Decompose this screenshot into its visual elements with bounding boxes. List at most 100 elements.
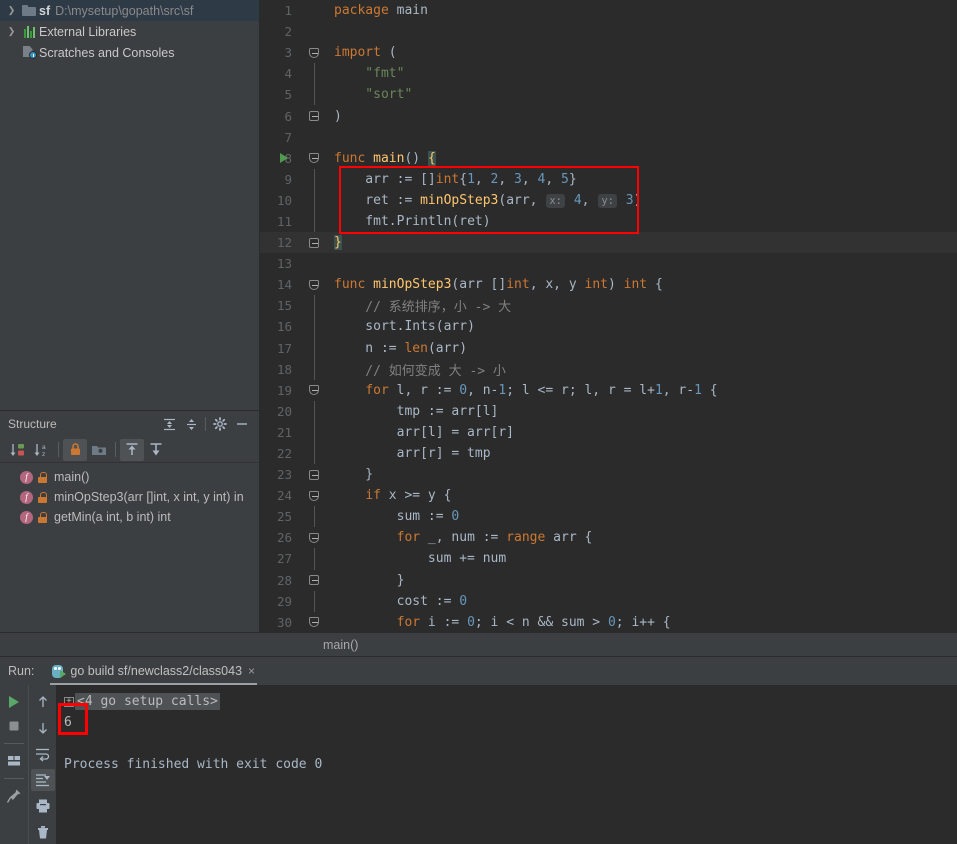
show-inherited-up-icon[interactable] [120, 438, 144, 461]
gutter[interactable] [300, 527, 326, 548]
gutter[interactable] [300, 127, 326, 148]
hide-panel-icon[interactable] [231, 413, 253, 435]
code-line-7[interactable]: 7 [260, 127, 957, 148]
gutter[interactable] [300, 84, 326, 106]
code-line-21[interactable]: 21 arr[l] = arr[r] [260, 421, 957, 443]
scroll-to-end-button[interactable] [30, 769, 55, 791]
gutter[interactable] [300, 168, 326, 190]
gutter[interactable] [300, 612, 326, 632]
gutter[interactable] [300, 464, 326, 485]
code-line-22[interactable]: 22 arr[r] = tmp [260, 442, 957, 465]
gutter[interactable] [300, 400, 326, 422]
code-line-3[interactable]: 3 import ( [260, 42, 957, 63]
gutter[interactable] [300, 590, 326, 612]
fold-end-icon[interactable] [309, 469, 319, 480]
code-line-10[interactable]: 10 ret := minOpStep3(arr, x: 4, y: 3) [260, 189, 957, 211]
project-tree-item-scratches[interactable]: Scratches and Consoles [0, 42, 259, 63]
rerun-button[interactable] [2, 691, 26, 713]
code-line-28[interactable]: 28 } [260, 570, 957, 591]
sort-alphabetically-icon[interactable]: a z [30, 439, 54, 461]
close-icon[interactable]: × [248, 664, 255, 678]
gutter[interactable] [300, 506, 326, 528]
gutter[interactable] [300, 316, 326, 338]
code-line-13[interactable]: 13 [260, 253, 957, 274]
code-line-11[interactable]: 11 fmt.Println(ret) [260, 210, 957, 233]
fold-toggle-icon[interactable] [309, 617, 319, 628]
chevron-right-icon[interactable]: ❯ [4, 27, 19, 36]
gutter[interactable] [300, 0, 326, 21]
expand-fold-icon[interactable]: + [64, 696, 74, 707]
code-editor[interactable]: 1 package main 2 3 import (4 "fmt" 5 "sort" 6)… [260, 0, 957, 632]
code-line-6[interactable]: 6) [260, 105, 957, 126]
gutter[interactable] [300, 274, 326, 295]
gutter[interactable] [300, 42, 326, 63]
code-line-15[interactable]: 15 // 系统排序，小 -> 大 [260, 295, 957, 317]
sort-by-visibility-icon[interactable] [6, 439, 30, 461]
structure-item-minopstep3[interactable]: f minOpStep3(arr []int, x int, y int) in [0, 487, 259, 507]
gutter[interactable] [300, 105, 326, 126]
code-line-12[interactable]: 12} [260, 232, 957, 254]
code-line-29[interactable]: 29 cost := 0 [260, 590, 957, 612]
stop-button[interactable] [2, 715, 26, 737]
project-tree-item-sf[interactable]: ❯ sf D:\mysetup\gopath\src\sf [0, 0, 259, 21]
gutter[interactable] [300, 380, 326, 401]
soft-wrap-button[interactable] [31, 743, 55, 765]
code-line-19[interactable]: 19 for l, r := 0, n-1; l <= r; l, r = l+… [260, 380, 957, 401]
gutter[interactable] [300, 232, 326, 253]
console-line-setup-calls[interactable]: + <4 go setup calls> [64, 691, 957, 712]
gutter[interactable] [300, 421, 326, 443]
code-line-4[interactable]: 4 "fmt" [260, 63, 957, 85]
code-line-16[interactable]: 16 sort.Ints(arr) [260, 316, 957, 338]
gutter[interactable] [300, 442, 326, 465]
gutter[interactable] [300, 337, 326, 359]
fold-toggle-icon[interactable] [309, 532, 319, 543]
gutter[interactable] [300, 358, 326, 380]
clear-all-trash-button[interactable] [31, 821, 55, 843]
structure-item-getmin[interactable]: f getMin(a int, b int) int [0, 507, 259, 527]
fold-toggle-icon[interactable] [309, 47, 319, 58]
gutter[interactable] [300, 548, 326, 570]
gutter[interactable] [300, 63, 326, 85]
code-line-8[interactable]: 8 func main() { [260, 148, 957, 169]
code-line-14[interactable]: 14 func minOpStep3(arr []int, x, y int) i… [260, 274, 957, 295]
gutter[interactable] [300, 210, 326, 233]
collapse-all-icon[interactable] [180, 413, 202, 435]
code-line-30[interactable]: 30 for i := 0; i < n && sum > 0; i++ { [260, 612, 957, 632]
code-line-9[interactable]: 9 arr := []int{1, 2, 3, 4, 5} [260, 168, 957, 190]
show-anonymous-down-icon[interactable] [144, 439, 168, 461]
code-line-26[interactable]: 26 for _, num := range arr { [260, 527, 957, 548]
gutter[interactable] [300, 253, 326, 274]
fold-toggle-icon[interactable] [309, 490, 319, 501]
fold-end-icon[interactable] [309, 237, 319, 248]
expand-all-icon[interactable] [158, 413, 180, 435]
pin-tab-button[interactable] [2, 785, 26, 807]
gutter[interactable] [280, 148, 326, 169]
code-line-24[interactable]: 24 if x >= y { [260, 485, 957, 506]
chevron-right-icon[interactable]: ❯ [4, 6, 19, 15]
gutter[interactable] [300, 295, 326, 317]
run-gutter-icon[interactable] [280, 152, 288, 163]
group-by-folder-icon[interactable] [87, 439, 111, 461]
fold-toggle-icon[interactable] [309, 279, 319, 290]
code-line-25[interactable]: 25 sum := 0 [260, 506, 957, 528]
gutter[interactable] [300, 570, 326, 591]
fold-toggle-icon[interactable] [309, 385, 319, 396]
code-line-17[interactable]: 17 n := len(arr) [260, 337, 957, 359]
code-line-18[interactable]: 18 // 如何变成 大 -> 小 [260, 358, 957, 380]
code-line-1[interactable]: 1 package main [260, 0, 957, 21]
breadcrumb-main[interactable]: main() [260, 638, 358, 652]
fold-end-icon[interactable] [309, 575, 319, 586]
gutter[interactable] [300, 189, 326, 211]
gutter[interactable] [300, 21, 326, 42]
down-stack-button[interactable] [31, 717, 55, 739]
gutter[interactable] [300, 485, 326, 506]
project-tree-item-external-libraries[interactable]: ❯ External Libraries [0, 21, 259, 42]
up-stack-button[interactable] [31, 691, 55, 713]
print-button[interactable] [31, 795, 55, 817]
code-line-27[interactable]: 27 sum += num [260, 548, 957, 570]
fold-end-icon[interactable] [309, 110, 319, 121]
structure-item-main[interactable]: f main() [0, 467, 259, 487]
code-line-20[interactable]: 20 tmp := arr[l] [260, 400, 957, 422]
code-line-2[interactable]: 2 [260, 21, 957, 42]
run-tab-go-build[interactable]: go build sf/newclass2/class043 × [46, 657, 261, 685]
